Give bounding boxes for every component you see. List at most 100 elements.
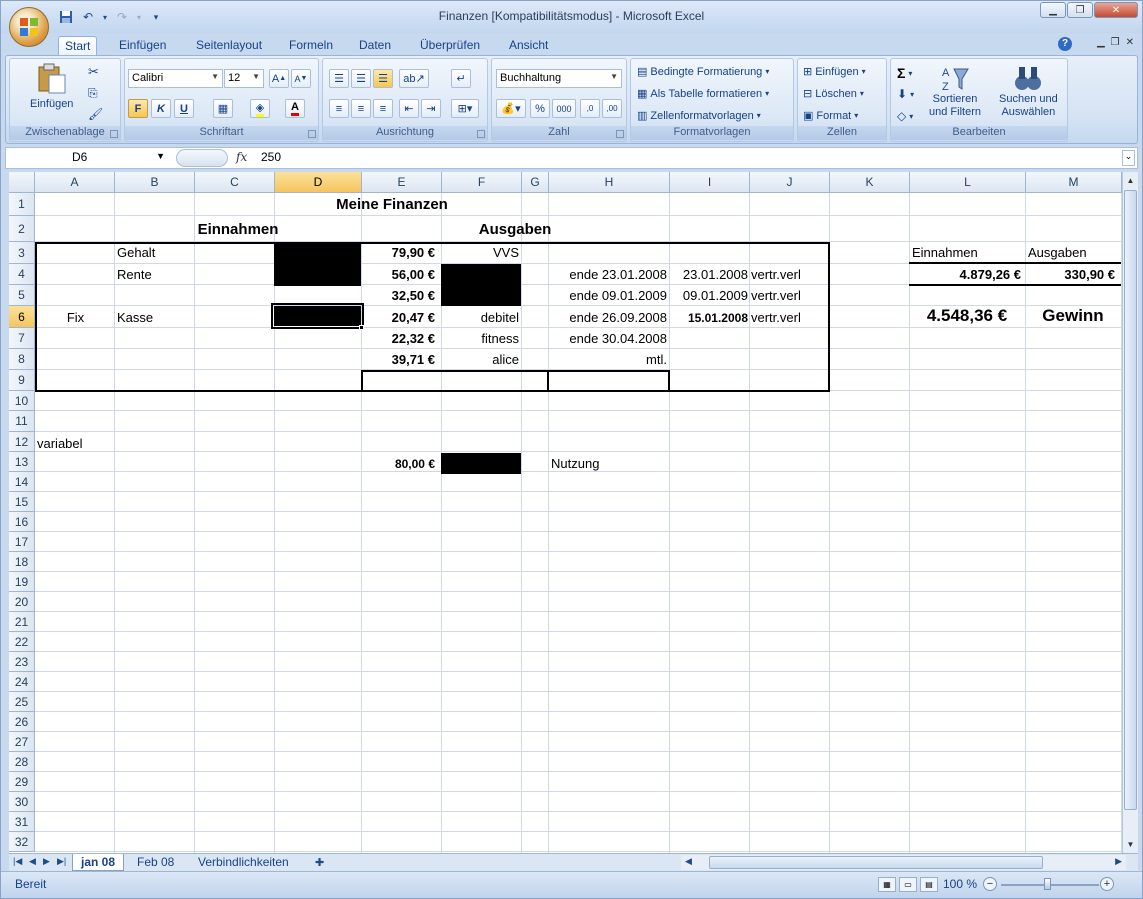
row-header-10[interactable]: 10 <box>9 391 35 411</box>
row-header-30[interactable]: 30 <box>9 792 35 812</box>
expand-formula-icon[interactable]: ⌄ <box>1122 150 1135 166</box>
underline-button[interactable]: U <box>174 99 194 118</box>
column-header-f[interactable]: F <box>442 172 522 193</box>
sheet-tab-jan-08[interactable]: jan 08 <box>72 854 125 871</box>
delete-cells-button[interactable]: ⊟ Löschen ▾ <box>803 87 864 101</box>
row-header-5[interactable]: 5 <box>9 285 35 306</box>
column-header-h[interactable]: H <box>549 172 670 193</box>
tab-ueberpruefen[interactable]: Überprüfen <box>414 36 486 55</box>
row-header-19[interactable]: 19 <box>9 572 35 592</box>
row-header-1[interactable]: 1 <box>9 193 35 216</box>
help-icon[interactable]: ? <box>1058 37 1072 51</box>
font-size-select[interactable]: 12 ▼ <box>224 69 264 88</box>
percent-button[interactable]: % <box>530 99 550 118</box>
page-layout-view-icon[interactable]: ▭ <box>899 877 917 892</box>
tab-einfuegen[interactable]: Einfügen <box>113 36 172 55</box>
tab-start[interactable]: Start <box>58 36 98 55</box>
bold-button[interactable]: F <box>128 99 148 118</box>
merge-center-icon[interactable]: ⊞▾ <box>451 99 479 118</box>
sort-filter-button[interactable]: AZ Sortieren und Filtern <box>929 63 981 119</box>
clear-icon[interactable]: ◇ ▾ <box>897 109 913 123</box>
horizontal-scroll-thumb[interactable] <box>709 856 1043 869</box>
column-header-c[interactable]: C <box>195 172 275 193</box>
row-header-20[interactable]: 20 <box>9 592 35 612</box>
borders-button[interactable]: ▦ <box>213 99 233 118</box>
find-select-button[interactable]: Suchen und Auswählen <box>999 63 1058 119</box>
tab-daten[interactable]: Daten <box>353 36 397 55</box>
row-header-15[interactable]: 15 <box>9 492 35 512</box>
conditional-formatting-button[interactable]: ▤ Bedingte Formatierung ▾ <box>637 65 769 79</box>
column-header-b[interactable]: B <box>115 172 195 193</box>
scroll-down-icon[interactable]: ▼ <box>1124 837 1137 852</box>
number-format-select[interactable]: Buchhaltung ▼ <box>496 69 622 88</box>
close-button[interactable]: ✕ <box>1094 2 1138 18</box>
format-as-table-button[interactable]: ▦ Als Tabelle formatieren ▾ <box>637 87 769 101</box>
orientation-icon[interactable]: ab↗ <box>399 69 429 88</box>
decrease-indent-icon[interactable]: ⇤ <box>399 99 419 118</box>
workbook-minimize-icon[interactable]: ▁ <box>1097 37 1105 48</box>
column-header-g[interactable]: G <box>522 172 549 193</box>
italic-button[interactable]: K <box>151 99 171 118</box>
workbook-close-icon[interactable]: ✕ <box>1126 37 1134 48</box>
row-header-8[interactable]: 8 <box>9 349 35 370</box>
format-painter-icon[interactable]: 🖌 <box>88 107 103 121</box>
office-button[interactable] <box>9 7 49 47</box>
worksheet-grid[interactable]: ABCDEFGHIJKLM 1 2 3 4 5 6 7 8 9 10 11 12 13 14 15 16 17 1… <box>9 172 1122 853</box>
tab-ansicht[interactable]: Ansicht <box>503 36 554 55</box>
align-left-icon[interactable]: ≡ <box>329 99 349 118</box>
increase-decimal-icon[interactable]: ,0 <box>580 99 600 118</box>
workbook-restore-icon[interactable]: ❐ <box>1111 37 1120 48</box>
row-header-31[interactable]: 31 <box>9 812 35 832</box>
scroll-up-icon[interactable]: ▲ <box>1124 173 1137 188</box>
restore-button[interactable]: ❐ <box>1067 2 1093 18</box>
last-sheet-icon[interactable]: ▶| <box>57 856 66 867</box>
autosum-icon[interactable]: Σ ▾ <box>897 65 912 81</box>
row-header-17[interactable]: 17 <box>9 532 35 552</box>
row-header-13[interactable]: 13 <box>9 452 35 472</box>
column-header-j[interactable]: J <box>750 172 830 193</box>
row-header-2[interactable]: 2 <box>9 216 35 242</box>
number-launcher-icon[interactable] <box>616 130 624 138</box>
grow-font-button[interactable]: A ▲ <box>269 69 289 88</box>
name-box[interactable]: D6 ▼ <box>12 150 167 167</box>
row-header-11[interactable]: 11 <box>9 411 35 432</box>
column-header-e[interactable]: E <box>362 172 442 193</box>
row-header-28[interactable]: 28 <box>9 752 35 772</box>
first-sheet-icon[interactable]: |◀ <box>13 856 22 867</box>
increase-indent-icon[interactable]: ⇥ <box>421 99 441 118</box>
row-header-18[interactable]: 18 <box>9 552 35 572</box>
align-center-icon[interactable]: ≡ <box>351 99 371 118</box>
insert-function-icon[interactable]: fx <box>236 150 247 164</box>
select-all-corner[interactable] <box>9 172 35 193</box>
column-header-m[interactable]: M <box>1026 172 1122 193</box>
row-header-16[interactable]: 16 <box>9 512 35 532</box>
row-header-24[interactable]: 24 <box>9 672 35 692</box>
page-break-view-icon[interactable]: ▤ <box>920 877 938 892</box>
accounting-format-icon[interactable]: 💰▾ <box>496 99 526 118</box>
cell-styles-button[interactable]: ▥ Zellenformatvorlagen ▾ <box>637 109 761 123</box>
prev-sheet-icon[interactable]: ◀ <box>29 856 36 867</box>
align-right-icon[interactable]: ≡ <box>373 99 393 118</box>
tab-seitenlayout[interactable]: Seitenlayout <box>190 36 268 55</box>
zoom-out-icon[interactable]: − <box>983 877 997 891</box>
row-header-29[interactable]: 29 <box>9 772 35 792</box>
scroll-right-icon[interactable]: ▶ <box>1115 856 1122 867</box>
column-header-l[interactable]: L <box>910 172 1026 193</box>
row-header-7[interactable]: 7 <box>9 328 35 349</box>
alignment-launcher-icon[interactable] <box>477 130 485 138</box>
sheet-tab-verbindlichkeiten[interactable]: Verbindlichkeiten <box>190 854 297 871</box>
sheet-tab-feb-08[interactable]: Feb 08 <box>129 854 182 871</box>
row-header-4[interactable]: 4 <box>9 264 35 285</box>
copy-icon[interactable]: ⎘ <box>88 86 98 101</box>
row-header-27[interactable]: 27 <box>9 732 35 752</box>
font-color-button[interactable]: A <box>285 99 305 118</box>
fill-icon[interactable]: ⬇ ▾ <box>897 87 914 101</box>
font-name-select[interactable]: Calibri ▼ <box>128 69 223 88</box>
format-cells-button[interactable]: ▣ Format ▾ <box>803 109 858 123</box>
paste-button[interactable]: Einfügen <box>30 63 73 110</box>
redacted-cell-d3-d4[interactable] <box>274 243 361 286</box>
wrap-text-icon[interactable]: ↵ <box>451 69 471 88</box>
vertical-scrollbar[interactable]: ▲ ▼ <box>1122 172 1138 853</box>
row-header-14[interactable]: 14 <box>9 472 35 492</box>
row-header-9[interactable]: 9 <box>9 370 35 391</box>
